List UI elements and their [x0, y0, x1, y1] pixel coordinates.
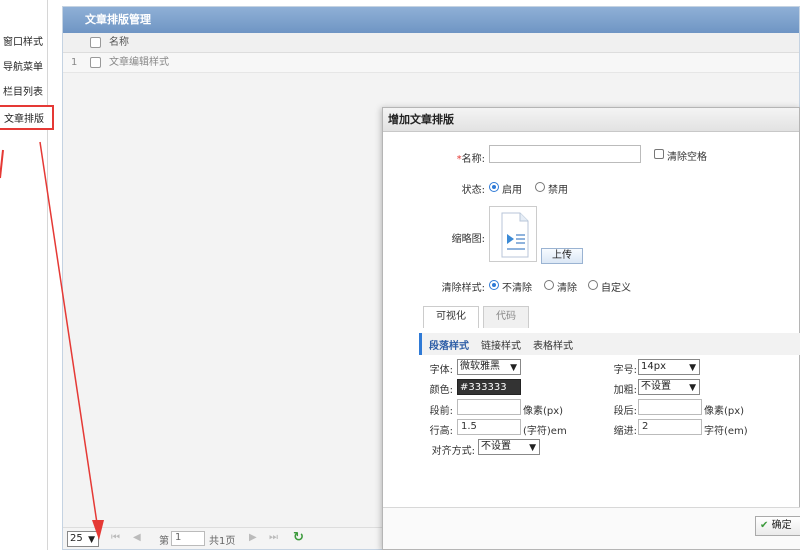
dialog-title: 增加文章排版 [383, 108, 799, 132]
space-before-label: 段前: [429, 406, 453, 417]
clear-style-label: 清除样式: [441, 283, 485, 294]
page-total: 共1页 [209, 536, 236, 547]
column-header-name: 名称 [109, 37, 129, 48]
color-label: 颜色: [429, 385, 453, 396]
font-label: 字体: [429, 365, 453, 376]
page-prefix: 第 [159, 536, 169, 547]
add-article-layout-dialog: 增加文章排版 *名称: 清除空格 状态: 启用 禁用 缩略图: 上传 清除样式:… [382, 107, 800, 550]
status-label: 状态: [461, 185, 485, 196]
size-label: 字号: [613, 365, 637, 376]
ok-label: 确定 [771, 520, 792, 531]
status-disable-radio[interactable] [535, 182, 545, 192]
indent-input[interactable]: 2 [638, 419, 702, 435]
subtab-table[interactable]: 表格样式 [533, 337, 573, 352]
font-value: 微软雅黑 [460, 361, 500, 372]
bold-label: 加粗: [613, 385, 637, 396]
space-before-input[interactable] [457, 399, 521, 415]
name-label: *名称: [443, 150, 485, 165]
row-checkbox[interactable] [90, 57, 101, 68]
clear-custom-radio[interactable] [588, 280, 598, 290]
name-label-text: 名称: [461, 154, 485, 165]
grid-header: 名称 [63, 33, 799, 53]
space-after-unit: 像素(px) [704, 406, 745, 417]
subtab-paragraph[interactable]: 段落样式 [429, 337, 469, 352]
prev-page-icon[interactable]: ◀ [133, 532, 141, 543]
page-size-value: 25 [70, 533, 83, 544]
line-height-unit: (字符)em [523, 426, 567, 437]
page-number-input[interactable]: 1 [171, 531, 205, 546]
row-index: 1 [71, 57, 78, 68]
space-after-label: 段后: [613, 406, 637, 417]
space-before-unit: 像素(px) [523, 406, 564, 417]
line-height-label: 行高: [429, 426, 453, 437]
align-select[interactable]: 不设置 ▼ [478, 439, 540, 455]
sidebar-menu: 窗口样式 导航菜单 栏目列表 文章排版 [0, 30, 54, 130]
table-row[interactable]: 1 文章编辑样式 [63, 53, 799, 73]
last-page-icon[interactable]: ⏭ [269, 532, 278, 543]
check-icon: ✔ [760, 520, 769, 531]
bold-select[interactable]: 不设置 ▼ [638, 379, 700, 395]
sidebar-item-column-list[interactable]: 栏目列表 [0, 80, 48, 105]
clear-space-label: 清除空格 [667, 152, 707, 163]
chevron-down-icon: ▼ [529, 443, 536, 453]
sidebar-item-label: 文章排版 [4, 114, 44, 125]
clear-none-label: 不清除 [502, 283, 532, 294]
tab-visual[interactable]: 可视化 [423, 306, 479, 328]
clear-space-checkbox[interactable] [654, 149, 664, 159]
indent-unit: 字符(em) [704, 426, 748, 437]
sidebar-item-window-style[interactable]: 窗口样式 [0, 30, 48, 55]
ok-button[interactable]: ✔ 确定 [755, 516, 800, 536]
name-input[interactable] [489, 145, 641, 163]
thumbnail-label: 缩略图: [451, 234, 485, 245]
clear-clear-label: 清除 [557, 283, 577, 294]
space-after-input[interactable] [638, 399, 702, 415]
sidebar-item-article-layout[interactable]: 文章排版 [0, 105, 54, 130]
status-disable-label: 禁用 [548, 185, 568, 196]
align-value: 不设置 [481, 441, 511, 452]
chevron-down-icon: ▼ [689, 383, 696, 393]
size-select[interactable]: 14px ▼ [638, 359, 700, 375]
align-label: 对齐方式: [431, 446, 475, 457]
next-page-icon[interactable]: ▶ [249, 532, 257, 543]
clear-clear-radio[interactable] [544, 280, 554, 290]
dialog-footer: ✔ 确定 [383, 507, 800, 549]
tab-code[interactable]: 代码 [483, 306, 529, 328]
sidebar-item-nav-menu[interactable]: 导航菜单 [0, 55, 48, 80]
document-icon [501, 212, 529, 258]
sidebar-item-label: 窗口样式 [3, 37, 43, 48]
style-subtab-bar: 段落样式 链接样式 表格样式 [419, 333, 800, 355]
color-input[interactable]: #333333 [457, 379, 521, 395]
row-name: 文章编辑样式 [109, 57, 169, 68]
first-page-icon[interactable]: ⏮ [111, 532, 120, 543]
bold-value: 不设置 [641, 381, 671, 392]
clear-custom-label: 自定义 [601, 283, 631, 294]
sidebar-item-label: 栏目列表 [3, 87, 43, 98]
font-select[interactable]: 微软雅黑 ▼ [457, 359, 521, 375]
indent-label: 缩进: [613, 426, 637, 437]
chevron-down-icon: ▼ [510, 363, 517, 373]
select-all-checkbox[interactable] [90, 37, 101, 48]
panel-title: 文章排版管理 [63, 7, 799, 33]
left-sidebar: 窗口样式 导航菜单 栏目列表 文章排版 [0, 0, 54, 550]
status-enable-radio[interactable] [489, 182, 499, 192]
page-size-select[interactable]: 25 ▼ [67, 531, 99, 547]
subtab-link[interactable]: 链接样式 [481, 337, 521, 352]
chevron-down-icon: ▼ [689, 363, 696, 373]
upload-button[interactable]: 上传 [541, 248, 583, 264]
line-height-input[interactable]: 1.5 [457, 419, 521, 435]
chevron-down-icon: ▼ [88, 535, 95, 545]
sidebar-item-label: 导航菜单 [3, 62, 43, 73]
clear-none-radio[interactable] [489, 280, 499, 290]
status-enable-label: 启用 [502, 185, 522, 196]
size-value: 14px [641, 361, 666, 372]
refresh-icon[interactable]: ↻ [293, 530, 304, 545]
thumbnail-preview[interactable] [489, 206, 537, 262]
